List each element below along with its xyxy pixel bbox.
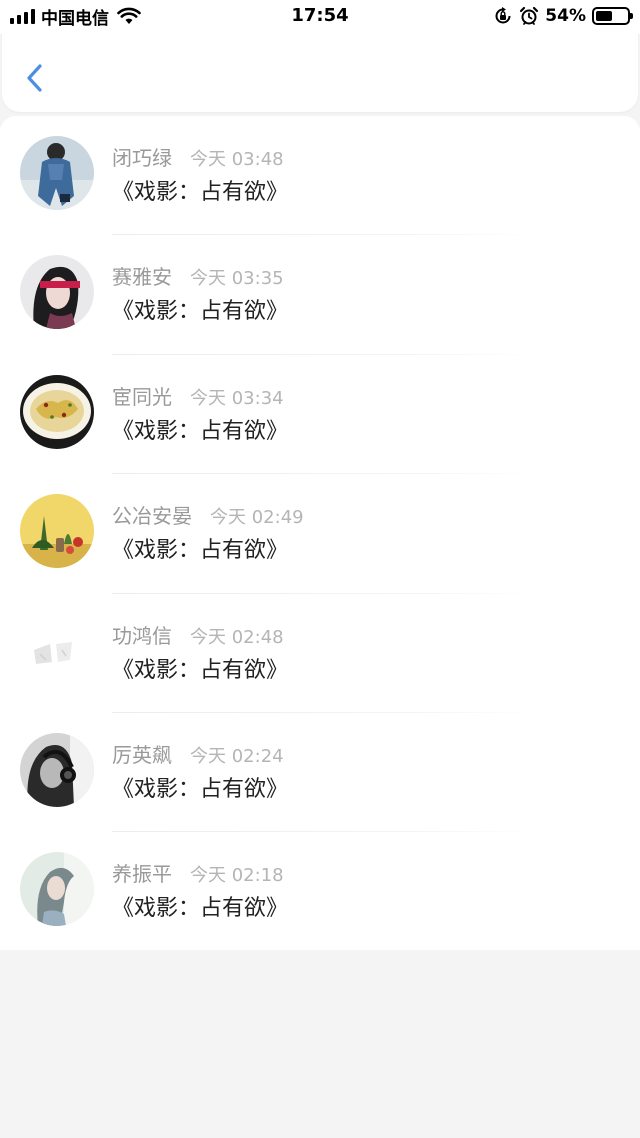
item-time: 今天 02:48 xyxy=(190,626,284,648)
comment-list: 闭巧绿 今天 03:48 《戏影：占有欲》 赛雅安 今天 03:35 《戏影：占… xyxy=(0,116,640,950)
list-item[interactable]: 功鸿信 今天 02:48 《戏影：占有欲》 xyxy=(0,594,640,713)
item-meta: 闭巧绿 今天 03:48 xyxy=(112,142,284,171)
item-meta: 厉英飙 今天 02:24 xyxy=(112,739,284,768)
person-denim-avatar[interactable] xyxy=(20,136,94,210)
item-time: 今天 03:34 xyxy=(190,387,284,409)
chevron-left-icon xyxy=(27,64,42,92)
item-time: 今天 03:48 xyxy=(190,149,284,170)
item-text: 《戏影：占有欲》 xyxy=(112,896,289,922)
succulent-plants-avatar[interactable] xyxy=(20,494,94,569)
user-name[interactable]: 赛雅安 xyxy=(112,261,172,290)
orientation-lock-icon xyxy=(495,7,511,24)
user-name[interactable]: 宦同光 xyxy=(112,381,172,410)
battery-icon xyxy=(592,7,633,25)
list-item[interactable]: 赛雅安 今天 03:35 《戏影：占有欲》 xyxy=(0,235,640,355)
list-item[interactable]: 厉英飙 今天 02:24 《戏影：占有欲》 xyxy=(0,713,640,833)
item-text: 《戏影：占有欲》 xyxy=(112,538,289,564)
item-time: 今天 02:49 xyxy=(210,507,304,529)
item-text: 《戏影：占有欲》 xyxy=(112,418,289,444)
item-meta: 宦同光 今天 03:34 xyxy=(112,381,284,410)
item-time: 今天 02:24 xyxy=(190,745,284,767)
item-meta: 功鸿信 今天 02:48 xyxy=(112,620,284,649)
user-name[interactable]: 功鸿信 xyxy=(112,620,172,649)
item-time: 今天 03:35 xyxy=(190,268,284,290)
battery-percent: 54% xyxy=(545,6,586,26)
status-bar: 中国电信 17:54 54% xyxy=(0,0,640,34)
user-name[interactable]: 公冶安晏 xyxy=(112,500,192,529)
item-meta: 养振平 今天 02:18 xyxy=(112,858,284,887)
item-text: 《戏影：占有欲》 xyxy=(112,657,289,683)
blindfold-girl-avatar[interactable] xyxy=(20,255,94,330)
item-meta: 公冶安晏 今天 02:49 xyxy=(112,500,304,529)
battery-fill xyxy=(596,11,613,21)
user-name[interactable]: 厉英飙 xyxy=(112,739,172,768)
faint-sketch-avatar[interactable] xyxy=(20,613,94,688)
item-text: 《戏影：占有欲》 xyxy=(112,180,289,205)
item-text: 《戏影：占有欲》 xyxy=(112,299,289,325)
status-right: 54% xyxy=(493,4,633,28)
item-time: 今天 02:18 xyxy=(190,865,284,887)
food-plate-avatar[interactable] xyxy=(20,374,94,449)
soft-portrait-avatar[interactable] xyxy=(20,852,94,927)
item-text: 《戏影：占有欲》 xyxy=(112,776,289,802)
item-meta: 赛雅安 今天 03:35 xyxy=(112,261,284,290)
headphones-girl-avatar[interactable] xyxy=(20,732,94,807)
list-item[interactable]: 闭巧绿 今天 03:48 《戏影：占有欲》 xyxy=(0,116,640,236)
list-item[interactable]: 公冶安晏 今天 02:49 《戏影：占有欲》 xyxy=(0,474,640,594)
alarm-icon xyxy=(520,6,539,25)
list-item[interactable]: 宦同光 今天 03:34 《戏影：占有欲》 xyxy=(0,355,640,475)
nav-bar xyxy=(2,34,638,112)
user-name[interactable]: 闭巧绿 xyxy=(112,142,172,171)
user-name[interactable]: 养振平 xyxy=(112,858,172,887)
list-item[interactable]: 养振平 今天 02:18 《戏影：占有欲》 xyxy=(0,832,640,951)
back-button[interactable] xyxy=(20,58,50,98)
